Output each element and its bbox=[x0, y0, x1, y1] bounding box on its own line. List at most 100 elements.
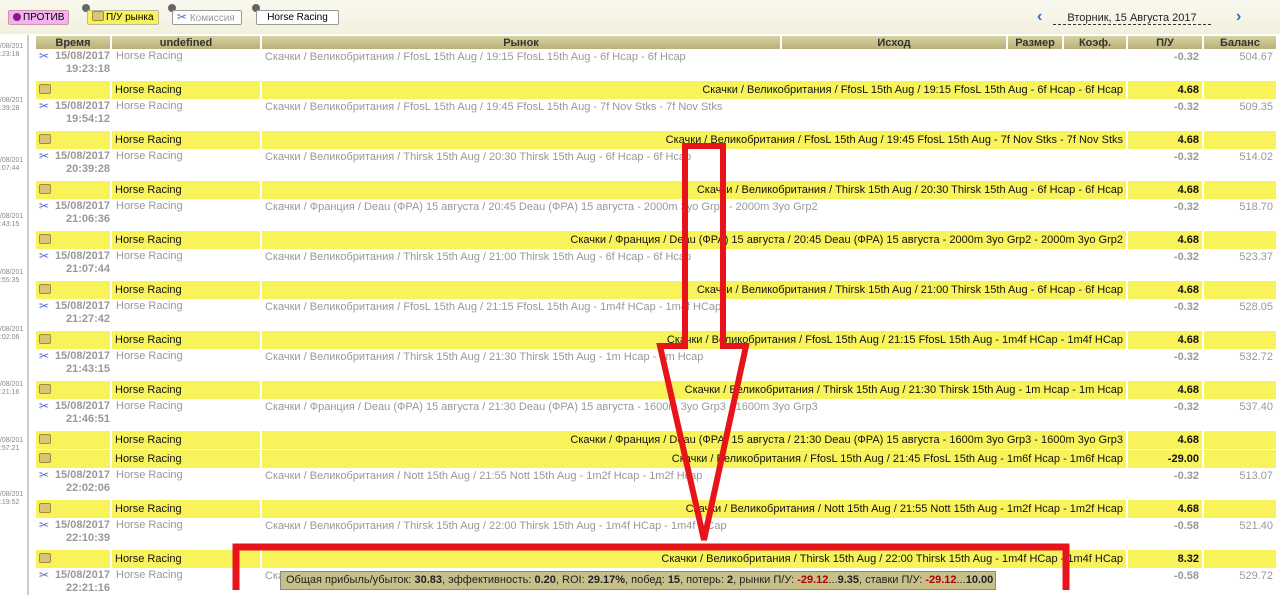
pl-value: -0.32 bbox=[1173, 51, 1199, 63]
ts-time: 1:07:44 bbox=[0, 165, 20, 172]
bet-datetime: 15/08/2017 21:27:42 bbox=[54, 300, 110, 326]
ts-date: 5/08/201 bbox=[0, 491, 24, 498]
coins-icon bbox=[39, 233, 51, 244]
column-header[interactable]: undefined bbox=[112, 36, 260, 49]
column-header[interactable]: Исход bbox=[782, 36, 1006, 49]
market-name[interactable]: Скачки / Великобритания / FfosL 15th Aug… bbox=[262, 50, 1126, 80]
coins-icon bbox=[39, 433, 51, 444]
coins-icon bbox=[39, 283, 51, 294]
market-pl-row: Horse Racing Скачки / Великобритания / F… bbox=[36, 81, 1276, 99]
balance-cell bbox=[1204, 381, 1276, 399]
balance-value: 528.05 bbox=[1239, 301, 1273, 313]
bets-table: Время undefined Рынок Исход Размер Коэф. П/У Ба… bbox=[34, 35, 1278, 600]
pl-value: -0.32 bbox=[1173, 470, 1199, 482]
market-name[interactable]: Скачки / Великобритания / Nott 15th Aug … bbox=[262, 500, 1126, 518]
pl-value: -0.32 bbox=[1173, 251, 1199, 263]
coins-icon bbox=[39, 552, 51, 563]
bet-date: 15/08/2017 bbox=[54, 300, 110, 312]
left-timestamp: 5/08/2011:55:35 bbox=[0, 269, 23, 285]
time-cell: ✂ 15/08/2017 21:06:36 Horse Racing bbox=[36, 200, 260, 230]
sport-name: Horse Racing bbox=[112, 131, 260, 149]
market-name[interactable]: Скачки / Франция / Deau (ФРА) 15 августа… bbox=[262, 231, 1126, 249]
commission-row: ✂ 15/08/2017 21:43:15 Horse Racing Скачки /… bbox=[36, 350, 1276, 380]
market-name[interactable]: Скачки / Великобритания / Thirsk 15th Au… bbox=[262, 181, 1126, 199]
scissors-icon: ✂ bbox=[39, 468, 50, 482]
chevron-right-icon[interactable]: › bbox=[1236, 8, 1241, 26]
scissors-icon: ✂ bbox=[39, 399, 50, 413]
ts-time: 2:02:06 bbox=[0, 334, 20, 341]
bet-datetime: 15/08/2017 22:02:06 bbox=[54, 469, 110, 495]
bet-date: 15/08/2017 bbox=[54, 100, 110, 112]
ts-time: 1:43:15 bbox=[0, 221, 20, 228]
bet-datetime: 15/08/2017 21:07:44 bbox=[54, 250, 110, 276]
ts-date: 5/08/201 bbox=[0, 157, 24, 164]
bet-datetime: 15/08/2017 19:54:12 bbox=[54, 100, 110, 126]
market-name[interactable]: Скачки / Франция / Deau (ФРА) 15 августа… bbox=[262, 200, 1126, 230]
column-header[interactable]: Коэф. bbox=[1064, 36, 1126, 49]
sport-filter-button[interactable]: Horse Racing bbox=[256, 10, 339, 25]
pl-value: -0.32 bbox=[1173, 151, 1199, 163]
column-header[interactable]: Баланс bbox=[1204, 36, 1276, 49]
bet-time: 22:21:16 bbox=[65, 582, 110, 594]
commission-filter-button[interactable]: ✂ Комиссия bbox=[172, 10, 242, 25]
ts-date: 5/08/201 bbox=[0, 97, 24, 104]
market-name[interactable]: Скачки / Великобритания / Thirsk 15th Au… bbox=[262, 281, 1126, 299]
pl-value: 8.32 bbox=[1128, 550, 1202, 568]
column-header[interactable]: Время bbox=[36, 36, 110, 49]
column-header[interactable]: Рынок bbox=[262, 36, 780, 49]
sport-name: Horse Racing bbox=[112, 231, 260, 249]
sport-name: Horse Racing bbox=[116, 300, 183, 312]
chevron-left-icon[interactable]: ‹ bbox=[1037, 8, 1042, 26]
left-timestamp: 5/08/2012:02:06 bbox=[0, 326, 23, 342]
bet-datetime: 15/08/2017 21:46:51 bbox=[54, 400, 110, 426]
dot-icon bbox=[13, 13, 21, 21]
market-name[interactable]: Скачки / Великобритания / Thirsk 15th Au… bbox=[262, 381, 1126, 399]
coins-icon bbox=[39, 333, 51, 344]
market-name[interactable]: Скачки / Франция / Deau (ФРА) 15 августа… bbox=[262, 400, 1126, 430]
market-name[interactable]: Скачки / Великобритания / FfosL 15th Aug… bbox=[262, 81, 1126, 99]
balance-value: 521.40 bbox=[1239, 520, 1273, 532]
scissors-icon: ✂ bbox=[39, 299, 50, 313]
market-pl-row: Horse Racing Скачки / Великобритания / T… bbox=[36, 550, 1276, 568]
ts-date: 5/08/201 bbox=[0, 381, 24, 388]
market-name[interactable]: Скачки / Великобритания / FfosL 15th Aug… bbox=[262, 100, 1126, 130]
market-name[interactable]: Скачки / Великобритания / Nott 15th Aug … bbox=[262, 469, 1126, 499]
bet-date: 15/08/2017 bbox=[54, 400, 110, 412]
market-name[interactable]: Скачки / Великобритания / FfosL 15th Aug… bbox=[262, 450, 1126, 468]
bet-time: 19:23:18 bbox=[65, 63, 110, 75]
market-name[interactable]: Скачки / Великобритания / FfosL 15th Aug… bbox=[262, 131, 1126, 149]
commission-row: ✂ 15/08/2017 22:10:39 Horse Racing Скачки /… bbox=[36, 519, 1276, 549]
market-name[interactable]: Скачки / Великобритания / Thirsk 15th Au… bbox=[262, 250, 1126, 280]
market-pl-filter-button[interactable]: П/У рынка bbox=[87, 10, 159, 25]
sport-name: Horse Racing bbox=[116, 469, 183, 481]
balance-cell bbox=[1204, 281, 1276, 299]
coins-cell bbox=[36, 450, 110, 468]
ts-date: 5/08/201 bbox=[0, 269, 24, 276]
commission-row: ✂ 15/08/2017 19:23:18 Horse Racing Скачки /… bbox=[36, 50, 1276, 80]
market-pl-row: Horse Racing Скачки / Франция / Deau (ФР… bbox=[36, 431, 1276, 449]
balance-value: 523.37 bbox=[1239, 251, 1273, 263]
sport-name: Horse Racing bbox=[112, 331, 260, 349]
market-name[interactable]: Скачки / Великобритания / FfosL 15th Aug… bbox=[262, 331, 1126, 349]
balance-value: 504.67 bbox=[1239, 51, 1273, 63]
sport-name: Horse Racing bbox=[112, 281, 260, 299]
left-timestamp: 5/08/2012:57:21 bbox=[0, 437, 23, 453]
column-header[interactable]: Размер bbox=[1008, 36, 1062, 49]
market-name[interactable]: Скачки / Великобритания / Thirsk 15th Au… bbox=[262, 519, 1126, 549]
bet-date: 15/08/2017 bbox=[54, 50, 110, 62]
market-name[interactable]: Скачки / Великобритания / Thirsk 15th Au… bbox=[262, 150, 1126, 180]
against-filter-button[interactable]: ПРОТИВ bbox=[8, 10, 70, 25]
left-timestamp: 5/08/2010:39:28 bbox=[0, 97, 23, 113]
market-name[interactable]: Скачки / Великобритания / Thirsk 15th Au… bbox=[262, 350, 1126, 380]
date-picker[interactable]: Вторник, 15 Августа 2017 bbox=[1053, 12, 1211, 25]
pl-value: -29.00 bbox=[1128, 450, 1202, 468]
bet-date: 15/08/2017 bbox=[54, 150, 110, 162]
market-name[interactable]: Скачки / Франция / Deau (ФРА) 15 августа… bbox=[262, 431, 1126, 449]
bet-time: 19:54:12 bbox=[65, 113, 110, 125]
column-header[interactable]: П/У bbox=[1128, 36, 1202, 49]
balance-cell bbox=[1204, 181, 1276, 199]
sport-name: Horse Racing bbox=[112, 550, 260, 568]
market-name[interactable]: Скачки / Великобритания / Thirsk 15th Au… bbox=[262, 550, 1126, 568]
market-name[interactable]: Скачки / Великобритания / FfosL 15th Aug… bbox=[262, 300, 1126, 330]
coins-icon bbox=[39, 133, 51, 144]
